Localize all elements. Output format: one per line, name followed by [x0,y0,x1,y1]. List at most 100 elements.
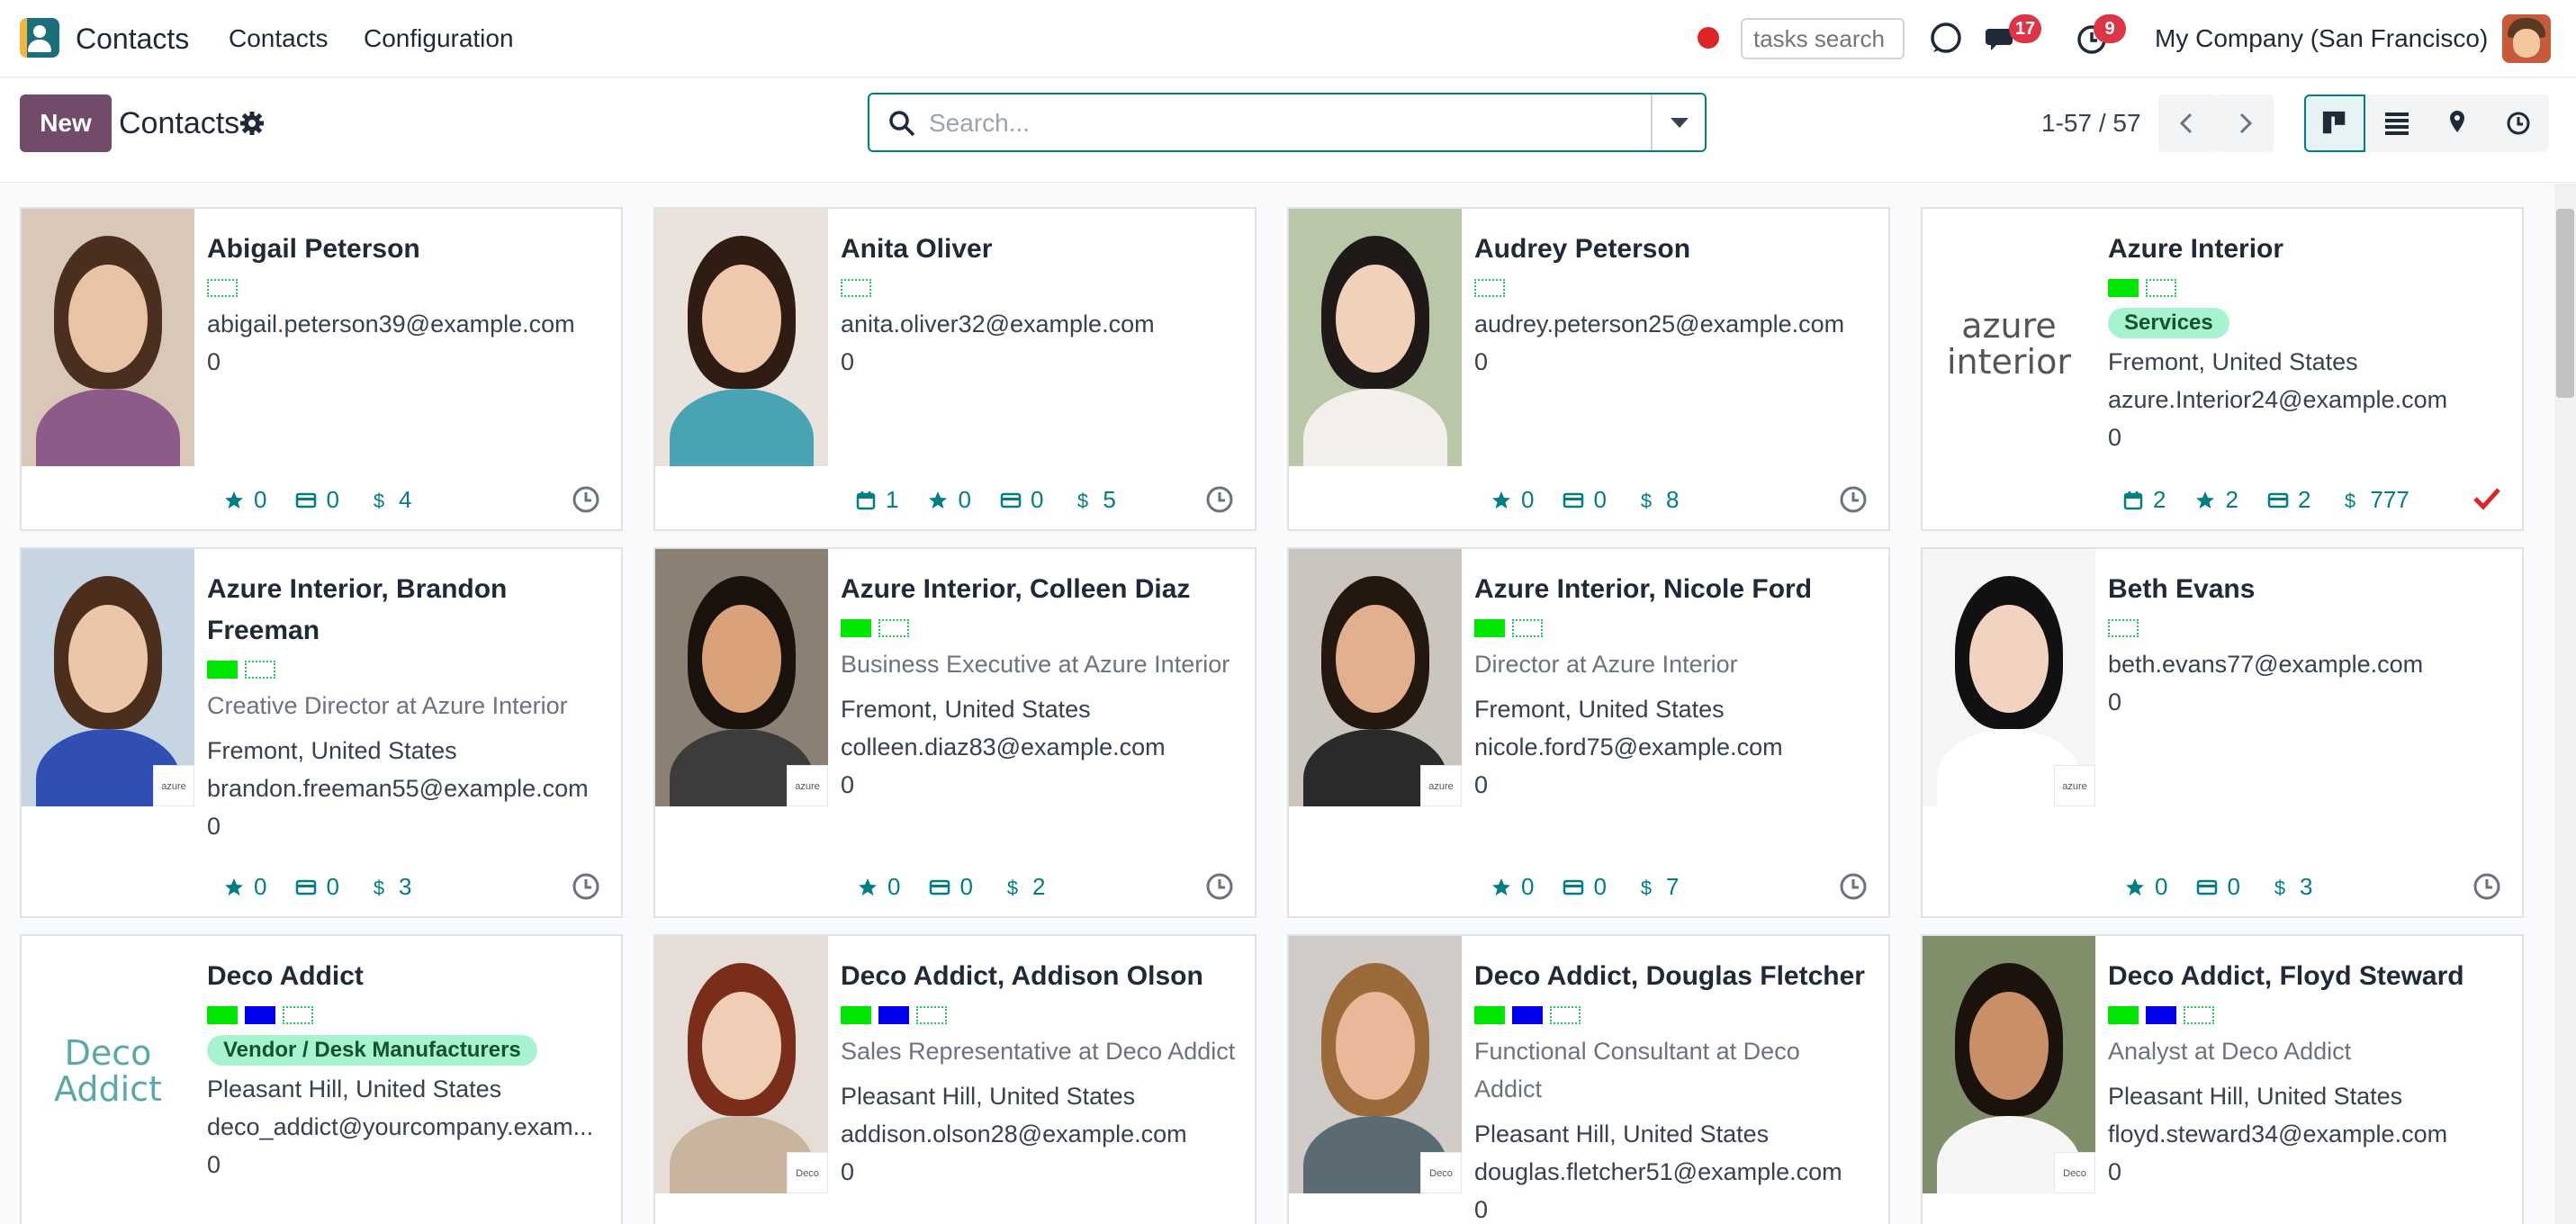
tasks-search-input[interactable] [1741,18,1905,59]
contact-card[interactable]: Deco Addict Deco Addict Vendor / Desk Manu… [20,934,623,1224]
scrollbar-thumb[interactable] [2556,209,2574,398]
dollar-count: 4 [398,486,412,513]
svg-text:$: $ [374,877,384,898]
company-mini-logo: Deco [1420,1152,1462,1193]
star-stat[interactable]: 0 [223,873,266,901]
contacts-app-icon[interactable] [20,18,59,58]
dollar-stat[interactable]: $777 [2339,486,2409,514]
contact-photo: azure [1923,549,2095,806]
dollar-stat[interactable]: $4 [368,486,412,514]
tag-empty [207,279,238,297]
star-stat[interactable]: 0 [927,486,971,514]
contact-info-line: Analyst at Deco Addict [2108,1038,2352,1065]
tag-empty [2184,1006,2214,1024]
list-view-button[interactable] [2365,94,2427,152]
contact-card[interactable]: azure Azure Interior, Colleen Diaz Busines… [653,547,1256,918]
tag-blue [2146,1006,2176,1024]
card-stat[interactable]: 0 [1563,486,1607,514]
contact-info-line: 0 [1474,1196,1489,1223]
dollar-stat[interactable]: $2 [1002,873,1046,901]
activity-clock-icon[interactable] [571,484,601,515]
star-stat[interactable]: 2 [2194,486,2238,514]
tag-empty [841,279,871,297]
contact-card[interactable]: azure Azure Interior, Brandon Freeman Creat… [20,547,623,918]
menu-contacts[interactable]: Contacts [229,0,329,77]
gear-icon[interactable] [239,111,265,136]
card-stat[interactable]: 0 [1000,486,1043,514]
contact-info-line: 0 [2108,688,2122,716]
contact-name-line2: Freeman [207,616,320,645]
svg-text:$: $ [1641,877,1652,898]
dollar-stat[interactable]: $8 [1635,486,1680,514]
dollar-stat[interactable]: $3 [368,873,412,901]
contact-card[interactable]: Anita Oliver anita.oliver32@example.com 0 1… [653,207,1256,531]
new-button[interactable]: New [20,94,112,152]
activity-clock-icon[interactable] [1838,484,1869,515]
activity-clock-icon[interactable] [1838,871,1869,902]
tag-empty [283,1006,313,1024]
dollar-stat[interactable]: $3 [2269,873,2313,901]
tag-empty [916,1006,947,1024]
contact-card[interactable]: Audrey Peterson audrey.peterson25@example… [1287,207,1890,531]
card-stats: 0 0 $4 [223,486,411,514]
app-brand[interactable]: Contacts [76,0,189,77]
contact-photo: azure [655,549,828,806]
card-stat[interactable]: 0 [2196,873,2240,901]
map-view-button[interactable] [2427,94,2488,152]
dollar-icon: $ [2345,490,2355,511]
pager-value[interactable]: 1-57 / 57 [2041,94,2141,152]
card-icon [1000,492,1022,508]
card-stat[interactable]: 0 [929,873,973,901]
calendar-stat[interactable]: 1 [855,486,898,514]
color-tags [1474,619,1543,637]
calendar-stat[interactable]: 2 [2122,486,2166,514]
contact-info-line: 0 [841,771,855,798]
contact-card[interactable]: azure Azure Interior, Nicole Ford Director… [1287,547,1890,918]
contact-name: Beth Evans [2108,574,2256,604]
card-stat[interactable]: 0 [295,873,339,901]
star-icon [859,878,877,896]
pager-next-button[interactable] [2216,94,2274,152]
menu-configuration[interactable]: Configuration [364,0,514,77]
contact-card[interactable]: azure interior Azure Interior Services Frem… [1921,207,2524,531]
star-stat[interactable]: 0 [1491,873,1534,901]
pager-previous-button[interactable] [2158,94,2216,152]
star-stat[interactable]: 0 [857,873,900,901]
star-icon [225,490,243,508]
card-count: 0 [1030,486,1044,513]
contact-card[interactable]: azure Beth Evans beth.evans77@example.com 0… [1921,547,2524,918]
contact-info-line: Pleasant Hill, United States [207,1076,502,1102]
card-stat[interactable]: 0 [1563,873,1607,901]
company-switcher[interactable]: My Company (San Francisco) [2155,0,2488,77]
activity-view-button[interactable] [2488,94,2549,152]
contact-info-line: douglas.fletcher51@example.com [1474,1158,1842,1185]
dollar-count: 2 [1031,873,1046,900]
search-options-toggle[interactable] [1651,94,1705,150]
dollar-stat[interactable]: $5 [1072,486,1116,514]
recording-indicator-icon[interactable] [1698,27,1719,49]
activity-clock-icon[interactable] [1204,871,1235,902]
discuss-icon[interactable] [1928,20,1964,56]
star-stat[interactable]: 0 [223,486,266,514]
done-check-icon[interactable] [2472,482,2502,513]
dollar-stat[interactable]: $7 [1635,873,1680,901]
card-stat[interactable]: 2 [2267,486,2310,514]
activity-clock-icon[interactable] [571,871,601,902]
star-stat[interactable]: 0 [2124,873,2167,901]
activity-clock-icon[interactable] [2472,871,2502,902]
dollar-count: 3 [398,873,412,900]
star-count: 2 [2225,486,2238,513]
contact-card[interactable]: Abigail Peterson abigail.peterson39@examp… [20,207,623,531]
card-stat[interactable]: 0 [295,486,339,514]
card-count: 0 [959,873,973,900]
contact-card[interactable]: Deco Deco Addict, Addison Olson Sales Repr… [653,934,1256,1224]
kanban-view-button[interactable] [2304,94,2365,152]
activity-clock-icon[interactable] [1204,484,1235,515]
svg-text:$: $ [1007,877,1018,898]
contact-card[interactable]: Deco Deco Addict, Floyd Steward Analyst at… [1921,934,2524,1224]
dollar-icon: $ [374,490,384,511]
user-avatar[interactable] [2502,14,2551,63]
star-stat[interactable]: 0 [1491,486,1534,514]
contact-card[interactable]: Deco Deco Addict, Douglas Fletcher Functio… [1287,934,1890,1224]
search-input[interactable] [929,104,1613,143]
